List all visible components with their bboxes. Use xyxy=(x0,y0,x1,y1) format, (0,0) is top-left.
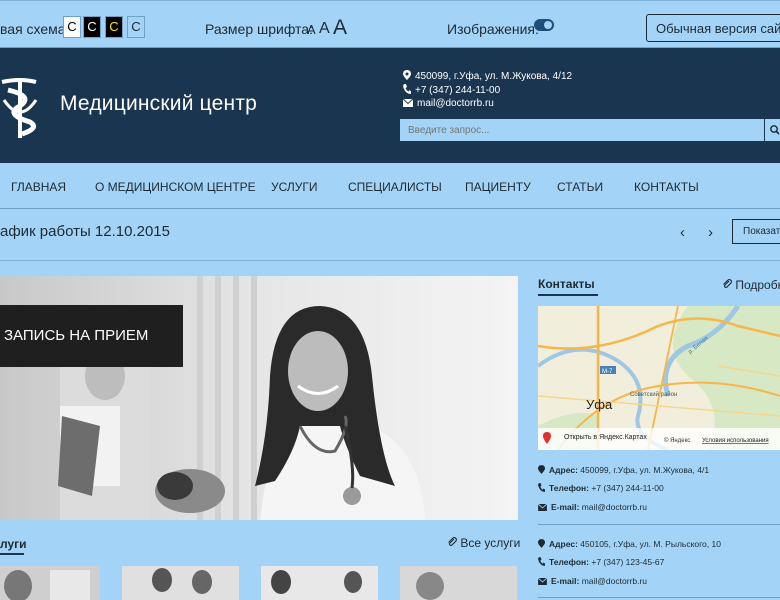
nav-item-about[interactable]: О МЕДИЦИНСКОМ ЦЕНТРЕ xyxy=(95,180,256,194)
nav-item-services[interactable]: УСЛУГИ xyxy=(271,180,318,194)
contact-1-address-value: 450099, г.Уфа, ул. М.Жукова, 4/1 xyxy=(580,465,710,475)
header-phone: +7 (347) 244-11-00 xyxy=(403,84,500,96)
site-name[interactable]: Медицинский центр xyxy=(60,92,257,116)
map-road-label: М-7 xyxy=(602,369,613,375)
services-title-underline xyxy=(0,553,24,555)
paperclip-icon xyxy=(723,279,732,289)
contact-2-email-value[interactable]: mail@doctorrb.ru xyxy=(582,576,647,586)
service-thumb-3[interactable] xyxy=(261,566,378,600)
section-divider xyxy=(0,260,780,261)
yandex-map[interactable]: М-7 р. Белая Уфа Советский район Открыть… xyxy=(538,306,780,450)
images-toggle[interactable] xyxy=(534,19,554,31)
main-navigation: ГЛАВНАЯ О МЕДИЦИНСКОМ ЦЕНТРЕ УСЛУГИ СПЕЦ… xyxy=(0,163,780,209)
service-thumb-1-image xyxy=(0,566,100,600)
font-size-medium[interactable]: А xyxy=(319,20,330,38)
schedule-title: афик работы 12.10.2015 xyxy=(0,223,170,240)
search-button[interactable] xyxy=(764,119,780,141)
all-services-link-text: Все услуги xyxy=(460,536,521,550)
header-address-text: 450099, г.Уфа, ул. М.Жукова, 4/12 xyxy=(415,71,573,82)
service-thumb-1[interactable] xyxy=(0,566,100,600)
map-marker-icon xyxy=(538,465,545,474)
contact-1-email: E-mail: mail@doctorrb.ru xyxy=(537,502,647,512)
contact-2-phone-label: Телефон: xyxy=(549,557,589,567)
contacts-title-underline xyxy=(538,294,598,296)
map-city-label: Уфа xyxy=(586,397,613,412)
service-thumb-4[interactable] xyxy=(400,566,517,600)
contact-1-phone: Телефон: +7 (347) 244-11-00 xyxy=(538,483,664,493)
map-copyright: © Яндекс xyxy=(664,437,690,444)
color-scheme-black[interactable]: С xyxy=(83,16,101,38)
contact-1-email-value[interactable]: mail@doctorrb.ru xyxy=(582,502,647,512)
color-scheme-label: вая схема: xyxy=(0,21,70,37)
contact-2-phone-value: +7 (347) 123-45-67 xyxy=(591,557,665,567)
map-terms-link[interactable]: Условия использования xyxy=(702,438,769,444)
font-size-label: Размер шрифта: xyxy=(205,21,313,37)
site-header: Медицинский центр 450099, г.Уфа, ул. М.Ж… xyxy=(0,48,780,163)
contact-1-address-label: Адрес: xyxy=(549,465,578,475)
search-input[interactable] xyxy=(400,119,764,141)
nav-item-specialists[interactable]: СПЕЦИАЛИСТЫ xyxy=(348,180,442,194)
header-email: mail@doctorrb.ru xyxy=(402,98,494,109)
contact-2-address: Адрес: 450105, г.Уфа, ул. М. Рыльского, … xyxy=(538,539,721,549)
nav-item-patients[interactable]: ПАЦИЕНТУ xyxy=(465,180,531,194)
contact-2-phone: Телефон: +7 (347) 123-45-67 xyxy=(538,557,664,567)
contacts-more-link-text: Подробнее xyxy=(735,278,780,292)
services-title: луги xyxy=(0,537,27,551)
envelope-icon xyxy=(537,503,548,511)
service-thumb-4-image xyxy=(400,566,517,600)
schedule-prev-button[interactable]: ‹ xyxy=(680,224,685,241)
contact-2-email-label: E-mail: xyxy=(551,576,580,586)
contact-2-email: E-mail: mail@doctorrb.ru xyxy=(537,576,647,586)
phone-icon xyxy=(538,557,545,566)
search-icon xyxy=(770,125,780,135)
all-services-link[interactable]: Все услуги xyxy=(447,536,520,550)
contact-1-address: Адрес: 450099, г.Уфа, ул. М.Жукова, 4/1 xyxy=(538,465,709,475)
nav-item-articles[interactable]: СТАТЬИ xyxy=(557,180,603,194)
paperclip-icon xyxy=(448,537,457,547)
nav-item-contacts[interactable]: КОНТАКТЫ xyxy=(634,180,699,194)
service-thumb-2[interactable] xyxy=(122,566,239,600)
phone-icon xyxy=(538,483,545,492)
normal-version-button[interactable]: Обычная версия сайта xyxy=(646,14,780,42)
contact-divider xyxy=(538,524,780,525)
service-thumb-3-image xyxy=(261,566,378,600)
service-thumb-2-image xyxy=(122,566,239,600)
contact-1-phone-value: +7 (347) 244-11-00 xyxy=(591,483,664,493)
envelope-icon xyxy=(402,98,414,107)
map-district-label: Советский район xyxy=(630,391,677,398)
map-marker-icon xyxy=(403,70,411,80)
font-size-small[interactable]: А xyxy=(307,22,316,37)
color-scheme-blue[interactable]: С xyxy=(127,16,145,38)
header-address: 450099, г.Уфа, ул. М.Жукова, 4/12 xyxy=(403,70,572,82)
map-marker-icon xyxy=(538,539,545,548)
phone-icon xyxy=(403,84,411,94)
color-scheme-yellow[interactable]: С xyxy=(105,16,123,38)
caduceus-logo-icon[interactable] xyxy=(0,72,44,147)
contact-divider xyxy=(538,597,780,598)
contact-2-address-label: Адрес: xyxy=(549,539,578,549)
color-scheme-white[interactable]: С xyxy=(63,16,81,38)
header-phone-text: +7 (347) 244-11-00 xyxy=(415,85,501,96)
nav-item-home[interactable]: ГЛАВНАЯ xyxy=(11,180,66,194)
map-illustration: М-7 р. Белая Уфа Советский район Открыть… xyxy=(538,306,780,450)
envelope-icon xyxy=(537,577,548,585)
contacts-more-link[interactable]: Подробнее xyxy=(722,278,780,292)
font-size-large[interactable]: А xyxy=(333,16,347,40)
contacts-title: Контакты xyxy=(538,277,595,291)
images-label: Изображения: xyxy=(447,21,539,37)
map-open-link[interactable]: Открыть в Яндекс.Картах xyxy=(564,434,647,441)
accessibility-toolbar: вая схема: С С С С Размер шрифта: А А А … xyxy=(0,0,780,48)
schedule-show-button[interactable]: Показать xyxy=(732,219,780,244)
contact-1-phone-label: Телефон: xyxy=(549,483,589,493)
contact-1-email-label: E-mail: xyxy=(551,502,580,512)
contact-2-address-value: 450105, г.Уфа, ул. М. Рыльского, 10 xyxy=(580,539,721,549)
header-email-text[interactable]: mail@doctorrb.ru xyxy=(417,98,494,109)
schedule-next-button[interactable]: › xyxy=(708,224,713,241)
appointment-button[interactable]: ЗАПИСЬ НА ПРИЕМ xyxy=(0,305,183,367)
